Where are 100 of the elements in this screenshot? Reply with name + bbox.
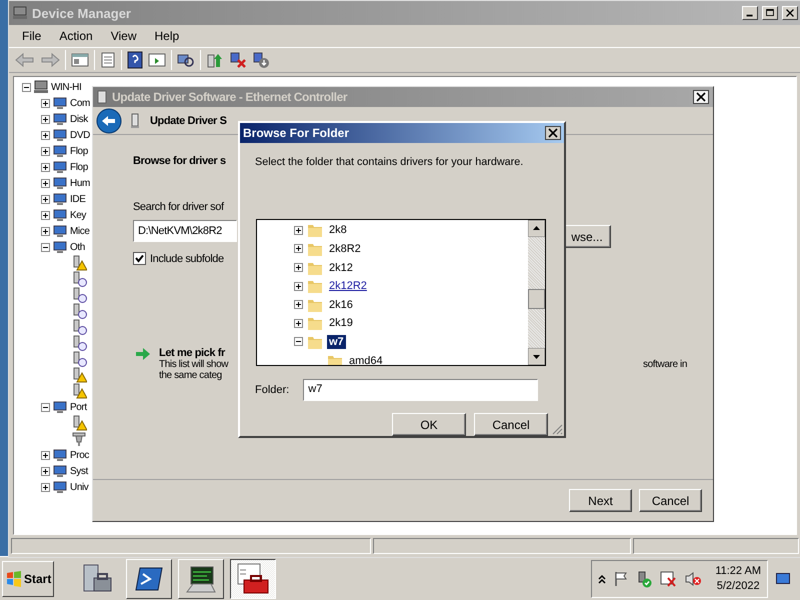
- disconnected-icon[interactable]: [659, 570, 678, 588]
- folder-item[interactable]: amd64: [347, 354, 385, 365]
- close-button[interactable]: [545, 126, 561, 140]
- checkbox[interactable]: [133, 252, 146, 265]
- expand-toggle[interactable]: [41, 482, 50, 492]
- device-icon: [52, 463, 68, 479]
- path-field[interactable]: D:\NetKVM\2k8R2: [133, 220, 237, 242]
- scroll-down-button[interactable]: [528, 348, 545, 365]
- flag-icon[interactable]: [613, 570, 630, 586]
- scan-icon[interactable]: [177, 52, 195, 68]
- chevron-icon[interactable]: [598, 574, 606, 584]
- minimize-button[interactable]: [742, 6, 758, 20]
- resize-grip[interactable]: [551, 423, 563, 435]
- tree-item[interactable]: Mice: [70, 226, 90, 236]
- folder-item[interactable]: 2k8: [327, 223, 349, 238]
- scroll-thumb[interactable]: [528, 289, 545, 310]
- tree-item[interactable]: WIN-HI: [51, 82, 82, 92]
- expand-toggle[interactable]: [41, 130, 50, 140]
- expand-toggle[interactable]: [41, 162, 50, 172]
- window-title: Browse For Folder: [243, 126, 350, 140]
- tree-item[interactable]: Oth: [70, 242, 85, 252]
- cancel-button[interactable]: Cancel: [474, 413, 548, 436]
- tree-item[interactable]: Hum: [70, 178, 90, 188]
- action-pane-icon[interactable]: [148, 52, 166, 68]
- tree-item[interactable]: Disk: [70, 114, 88, 124]
- close-button[interactable]: [693, 90, 709, 104]
- device-icon: [52, 207, 68, 223]
- uninstall-icon[interactable]: [252, 51, 270, 69]
- window-title: Update Driver Software - Ethernet Controller: [112, 90, 348, 104]
- expand-toggle[interactable]: [294, 226, 303, 235]
- device-icon: [52, 239, 68, 255]
- arrow-icon: [135, 347, 151, 361]
- folder-item[interactable]: 2k12R2: [327, 279, 369, 294]
- menu-item[interactable]: File: [13, 29, 50, 43]
- tree-item[interactable]: Flop: [70, 146, 88, 156]
- tree-item[interactable]: Port: [70, 402, 87, 412]
- back-button[interactable]: [96, 108, 122, 134]
- next-button[interactable]: Next: [569, 489, 632, 512]
- collapse-toggle[interactable]: [41, 402, 50, 412]
- expand-toggle[interactable]: [41, 210, 50, 220]
- panel-icon[interactable]: [71, 52, 89, 68]
- menu-item[interactable]: View: [102, 29, 146, 43]
- dialog-header: Update Driver S: [150, 114, 227, 126]
- start-button[interactable]: Start: [2, 560, 54, 596]
- device-icon: [52, 95, 68, 111]
- computer-icon: [33, 79, 49, 95]
- expand-toggle[interactable]: [294, 282, 303, 291]
- app-icon: [12, 5, 28, 21]
- folder-field[interactable]: w7: [303, 379, 538, 401]
- expand-toggle[interactable]: [41, 114, 50, 124]
- tree-item[interactable]: IDE: [70, 194, 86, 204]
- tree-item[interactable]: Univ: [70, 482, 88, 492]
- clock-time[interactable]: 11:22 AM: [715, 564, 761, 578]
- field-label: Search for driver sof: [133, 201, 224, 213]
- expand-toggle[interactable]: [41, 450, 50, 460]
- collapse-toggle[interactable]: [294, 337, 303, 346]
- tree-item[interactable]: Syst: [70, 466, 88, 476]
- network-icon[interactable]: [636, 570, 652, 588]
- show-desktop-button[interactable]: [776, 572, 790, 584]
- tree-item[interactable]: DVD: [70, 130, 90, 140]
- expand-toggle[interactable]: [294, 318, 303, 328]
- expand-toggle[interactable]: [41, 194, 50, 204]
- window-title: Device Manager: [32, 6, 132, 20]
- ok-button[interactable]: OK: [392, 413, 466, 436]
- maximize-button[interactable]: [762, 6, 778, 20]
- taskbar-button[interactable]: [230, 558, 276, 598]
- disable-icon[interactable]: [229, 51, 247, 69]
- expand-toggle[interactable]: [294, 244, 303, 254]
- device-icon: [52, 223, 68, 239]
- browse-button[interactable]: wse...: [563, 225, 611, 248]
- folder-item[interactable]: 2k12: [327, 260, 355, 275]
- folder-item[interactable]: 2k16: [327, 298, 355, 312]
- tree-item[interactable]: Key: [70, 210, 86, 220]
- cancel-button[interactable]: Cancel: [639, 489, 702, 512]
- properties-icon[interactable]: [100, 52, 116, 68]
- tree-item[interactable]: Proc: [70, 450, 89, 460]
- scroll-up-button[interactable]: [528, 220, 545, 238]
- expand-toggle[interactable]: [41, 178, 50, 188]
- device-icon: [52, 175, 68, 191]
- clock-date[interactable]: 5/2/2022: [716, 578, 760, 594]
- expand-toggle[interactable]: [41, 98, 50, 108]
- expand-toggle[interactable]: [294, 263, 303, 272]
- tree-item[interactable]: Flop: [70, 162, 88, 172]
- help-icon[interactable]: [127, 51, 143, 69]
- expand-toggle[interactable]: [41, 466, 50, 476]
- collapse-toggle[interactable]: [41, 242, 50, 252]
- folder-icon: [307, 278, 323, 294]
- collapse-toggle[interactable]: [22, 82, 31, 92]
- expand-toggle[interactable]: [41, 226, 50, 236]
- menu-item[interactable]: Help: [146, 29, 188, 43]
- folder-item[interactable]: 2k8R2: [327, 242, 363, 256]
- folder-item[interactable]: w7: [327, 334, 346, 349]
- menu-item[interactable]: Action: [50, 29, 102, 43]
- expand-toggle[interactable]: [294, 300, 303, 310]
- device-icon: [52, 191, 68, 207]
- folder-item[interactable]: 2k19: [327, 316, 355, 330]
- tree-item[interactable]: Com: [70, 98, 90, 108]
- expand-toggle[interactable]: [41, 146, 50, 156]
- device-icon: [52, 399, 68, 415]
- muted-speaker-icon[interactable]: [684, 570, 702, 586]
